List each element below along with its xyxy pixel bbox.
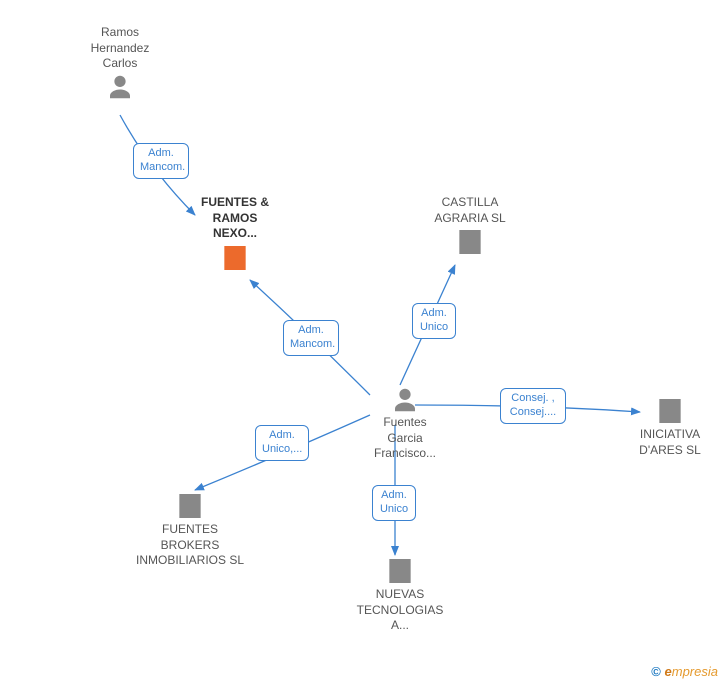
edge-label-consej: Consej. , Consej....: [500, 388, 566, 424]
building-icon: [174, 490, 206, 522]
node-person-fuentes[interactable]: Fuentes Garcia Francisco...: [355, 385, 455, 462]
person-icon: [390, 385, 420, 415]
brand-name: empresia: [665, 664, 718, 679]
node-label: INICIATIVA D'ARES SL: [620, 427, 720, 458]
node-company-castilla[interactable]: CASTILLA AGRARIA SL: [415, 195, 525, 258]
building-icon: [384, 555, 416, 587]
node-company-nuevas[interactable]: NUEVAS TECNOLOGIAS A...: [340, 555, 460, 634]
node-person-ramos[interactable]: Ramos Hernandez Carlos: [70, 25, 170, 102]
watermark: © empresia: [651, 664, 718, 679]
node-label: Ramos Hernandez Carlos: [70, 25, 170, 72]
edge-label-adm-mancom-1: Adm. Mancom.: [133, 143, 189, 179]
node-label: FUENTES BROKERS INMOBILIARIOS SL: [115, 522, 265, 569]
building-icon: [219, 242, 251, 274]
edge-label-adm-unico-brokers: Adm. Unico,...: [255, 425, 309, 461]
node-label: NUEVAS TECNOLOGIAS A...: [340, 587, 460, 634]
node-label: CASTILLA AGRARIA SL: [415, 195, 525, 226]
node-label: Fuentes Garcia Francisco...: [355, 415, 455, 462]
node-company-iniciativa[interactable]: INICIATIVA D'ARES SL: [620, 395, 720, 458]
building-icon: [654, 395, 686, 427]
copyright-symbol: ©: [651, 664, 661, 679]
edge-label-adm-unico-nuevas: Adm. Unico: [372, 485, 416, 521]
edge-label-adm-mancom-2: Adm. Mancom.: [283, 320, 339, 356]
building-icon: [454, 226, 486, 258]
node-company-fuentes-ramos-nexo[interactable]: FUENTES & RAMOS NEXO...: [180, 195, 290, 274]
node-company-fuentes-brokers[interactable]: FUENTES BROKERS INMOBILIARIOS SL: [115, 490, 265, 569]
person-icon: [105, 72, 135, 102]
node-label: FUENTES & RAMOS NEXO...: [180, 195, 290, 242]
edge-label-adm-unico-castilla: Adm. Unico: [412, 303, 456, 339]
